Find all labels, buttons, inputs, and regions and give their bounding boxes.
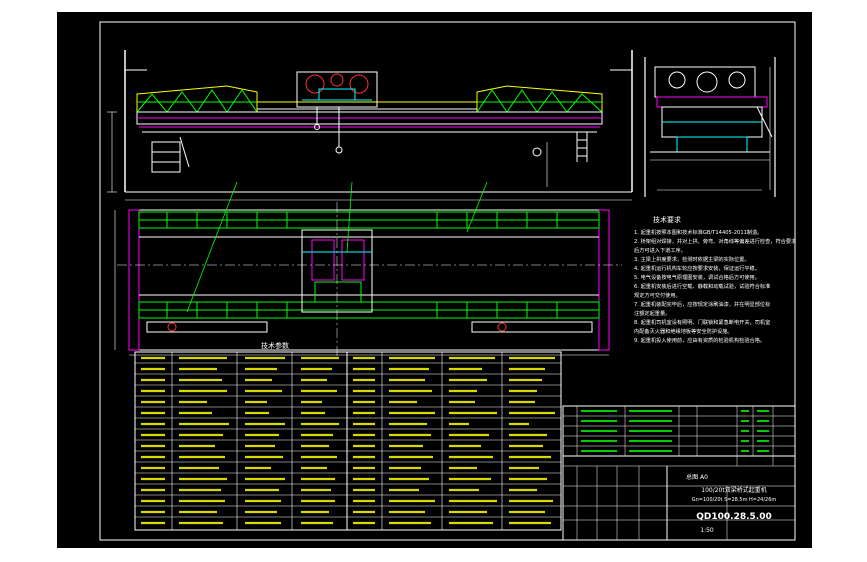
title-block: QD100.28.5.00 100/20t双梁桥式起重机 Gn=100/20t … (562, 405, 796, 541)
note-line: 9. 起重机投入使用前，应由有资质的检验机构检验合格。 (634, 336, 765, 344)
note-line: 5. 电气设备按电气原理图安装，调试合格后方可使用。 (634, 273, 760, 281)
side-view (644, 57, 776, 197)
notes-heading: 技术要求 (653, 215, 681, 224)
scale-value: 1:50 (700, 527, 714, 534)
note-line: 4. 起重机运行机构车轮应按要求安装，保证运行平稳。 (634, 264, 760, 272)
product-name: 100/20t双梁桥式起重机 (701, 486, 766, 494)
table-caption: 技术参数 (261, 341, 289, 350)
drawing-number: QD100.28.5.00 (696, 512, 771, 522)
note-line: 8. 起重机司机室设有照明、门联锁和紧急断电开关，司机室 (634, 318, 770, 326)
product-spec: Gn=100/20t S=28.5m H=24/26m (692, 497, 777, 503)
note-line: 1. 起重机按照本图和技术标准GB/T14405-2011制造。 (634, 228, 762, 236)
note-line: 后方可进入下道工序。 (634, 246, 686, 254)
note-line: 6. 起重机安装后进行空载、静载和动载试验，试验符合标准 (634, 282, 770, 290)
tech-parameter-table (134, 351, 562, 531)
note-line: 7. 起重机装配完毕后，应按规定涂刷油漆，并在明显部位标 (634, 300, 770, 308)
technical-requirements: 技术要求 1. 起重机按照本图和技术标准GB/T14405-2011制造。 2.… (634, 215, 797, 344)
note-line: 规定方可交付使用。 (634, 291, 681, 299)
cad-drawing: QD100.28.5.00 100/20t双梁桥式起重机 Gn=100/20t … (99, 21, 797, 541)
note-line: 3. 主梁上拱度要求，检测时依据主梁的实际位置。 (634, 255, 750, 263)
drawing-name: 总图 A0 (686, 473, 708, 481)
note-line: 注额定起重量。 (634, 309, 670, 317)
note-line: 2. 桥架组对焊接，并对上拱、旁弯、对角线等偏差进行检查，符合要求 (634, 237, 797, 245)
note-line: 内配备灭火器和绝缘地板等安全防护设施。 (634, 327, 733, 335)
drawing-sheet: QD100.28.5.00 100/20t双梁桥式起重机 Gn=100/20t … (57, 12, 812, 548)
drawing-frame (99, 21, 796, 541)
front-elevation-view (107, 50, 633, 201)
plan-view (114, 181, 622, 357)
